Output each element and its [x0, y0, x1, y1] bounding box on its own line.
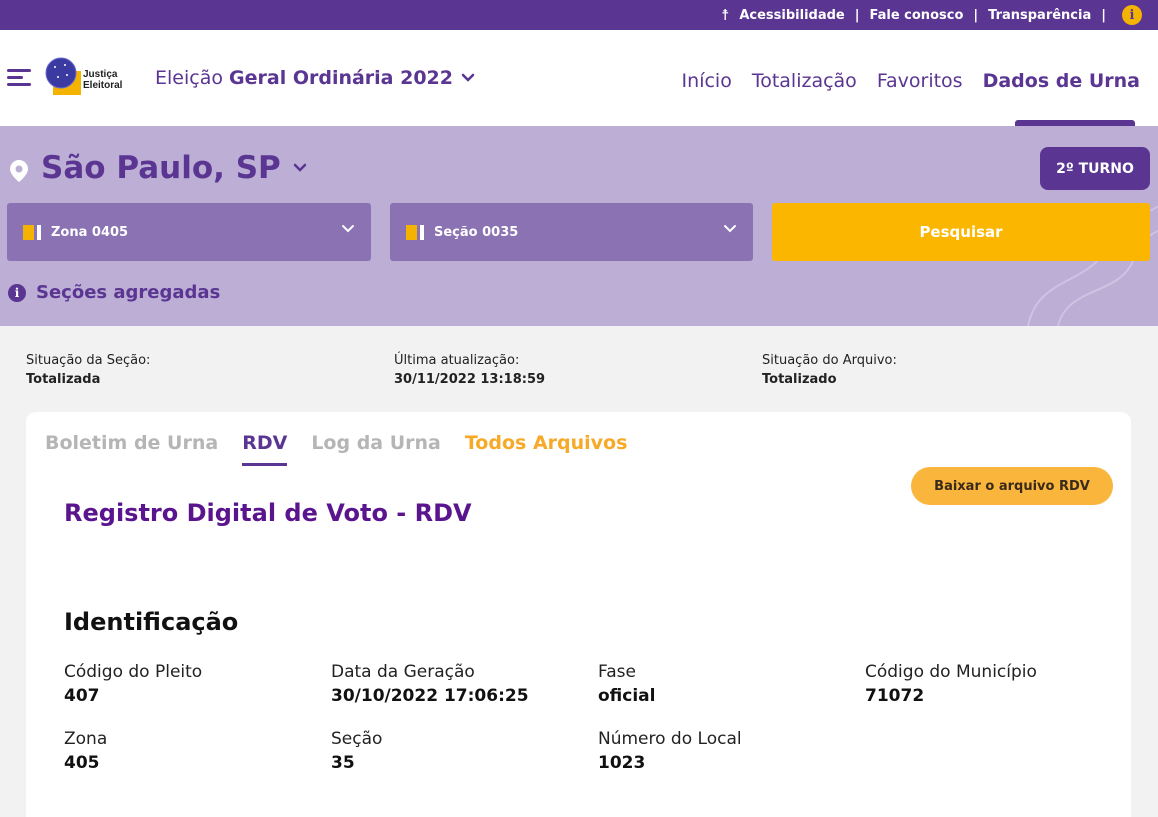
field-data-geracao: Data da Geração 30/10/2022 17:06:25 [331, 662, 529, 706]
election-prefix: Eleição [155, 67, 223, 89]
tab-rdv[interactable]: RDV [242, 432, 288, 466]
aggregated-sections-link[interactable]: i Seções agregadas [8, 282, 220, 303]
turn-button[interactable]: 2º TURNO [1040, 147, 1150, 190]
info-icon[interactable]: i [1122, 5, 1142, 25]
nav-totalizacao[interactable]: Totalização [752, 70, 857, 92]
section-status-label: Situação da Seção: [26, 353, 151, 368]
zone-select[interactable]: Zona 0405 [7, 203, 371, 261]
justica-eleitoral-logo[interactable]: Justiça Eleitoral [45, 57, 131, 99]
chevron-down-icon [293, 163, 307, 172]
file-status-label: Situação do Arquivo: [762, 353, 897, 368]
election-name: Geral Ordinária 2022 [229, 67, 453, 89]
rdv-title: Registro Digital de Voto - RDV [64, 499, 472, 527]
last-update-value: 30/11/2022 13:18:59 [394, 372, 546, 387]
field-numero-local: Número do Local 1023 [598, 729, 742, 773]
location-panel: São Paulo, SP 2º TURNO Zona 0405 Seção 0… [0, 126, 1158, 326]
separator: | [1101, 7, 1106, 23]
logo-emblem-icon [45, 57, 81, 95]
info-icon: i [8, 283, 26, 302]
file-status: Situação do Arquivo: Totalizado [762, 351, 897, 389]
city-name: São Paulo, SP [41, 150, 281, 186]
city-selector[interactable]: São Paulo, SP [41, 150, 307, 186]
last-update: Última atualização: 30/11/2022 13:18:59 [394, 351, 545, 389]
field-codigo-pleito: Código do Pleito 407 [64, 662, 203, 706]
contact-link[interactable]: Fale conosco [869, 8, 963, 23]
tab-log-da-urna[interactable]: Log da Urna [311, 432, 441, 466]
field-secao: Seção 35 [331, 729, 383, 773]
identification-heading: Identificação [64, 608, 239, 636]
file-status-value: Totalizado [762, 372, 837, 387]
zone-value: Zona 0405 [51, 224, 129, 240]
utility-links: ☨ Acessibilidade | Fale conosco | Transp… [721, 0, 1142, 30]
section-status-value: Totalizada [26, 372, 101, 387]
download-rdv-button[interactable]: Baixar o arquivo RDV [911, 467, 1113, 505]
field-fase: Fase oficial [598, 662, 656, 706]
transparency-link[interactable]: Transparência [988, 8, 1091, 23]
main-nav: Início Totalização Favoritos Dados de Ur… [682, 70, 1140, 92]
section-status: Situação da Seção: Totalizada [26, 351, 150, 389]
nav-dados-de-urna[interactable]: Dados de Urna [983, 70, 1140, 92]
hamburger-menu-icon[interactable] [7, 69, 31, 87]
zone-flag-icon [23, 224, 41, 240]
nav-favoritos[interactable]: Favoritos [877, 70, 963, 92]
last-update-label: Última atualização: [394, 353, 520, 368]
accessibility-icon: ☨ [721, 6, 730, 24]
field-zona: Zona 405 [64, 729, 108, 773]
search-button[interactable]: Pesquisar [772, 203, 1150, 261]
site-header: Justiça Eleitoral Eleição Geral Ordinári… [0, 30, 1158, 126]
rdv-card: Boletim de Urna RDV Log da Urna Todos Ar… [26, 412, 1131, 817]
top-utility-bar: ☨ Acessibilidade | Fale conosco | Transp… [0, 0, 1158, 30]
field-codigo-municipio: Código do Município 71072 [865, 662, 1037, 706]
chevron-down-icon [342, 225, 354, 233]
file-tabs: Boletim de Urna RDV Log da Urna Todos Ar… [45, 432, 627, 466]
logo-text: Justiça Eleitoral [83, 69, 123, 91]
nav-inicio[interactable]: Início [682, 70, 732, 92]
section-select[interactable]: Seção 0035 [390, 203, 753, 261]
separator: | [973, 7, 979, 23]
location-pin-icon [10, 160, 28, 182]
section-value: Seção 0035 [434, 224, 519, 240]
tab-todos-arquivos[interactable]: Todos Arquivos [465, 432, 628, 466]
election-selector[interactable]: Eleição Geral Ordinária 2022 [155, 67, 475, 89]
tab-boletim-de-urna[interactable]: Boletim de Urna [45, 432, 218, 466]
chevron-down-icon [461, 73, 475, 82]
separator: | [854, 7, 860, 23]
section-flag-icon [406, 224, 424, 240]
accessibility-link[interactable]: Acessibilidade [739, 8, 844, 23]
aggregated-sections-label: Seções agregadas [36, 282, 221, 303]
chevron-down-icon [724, 225, 736, 233]
